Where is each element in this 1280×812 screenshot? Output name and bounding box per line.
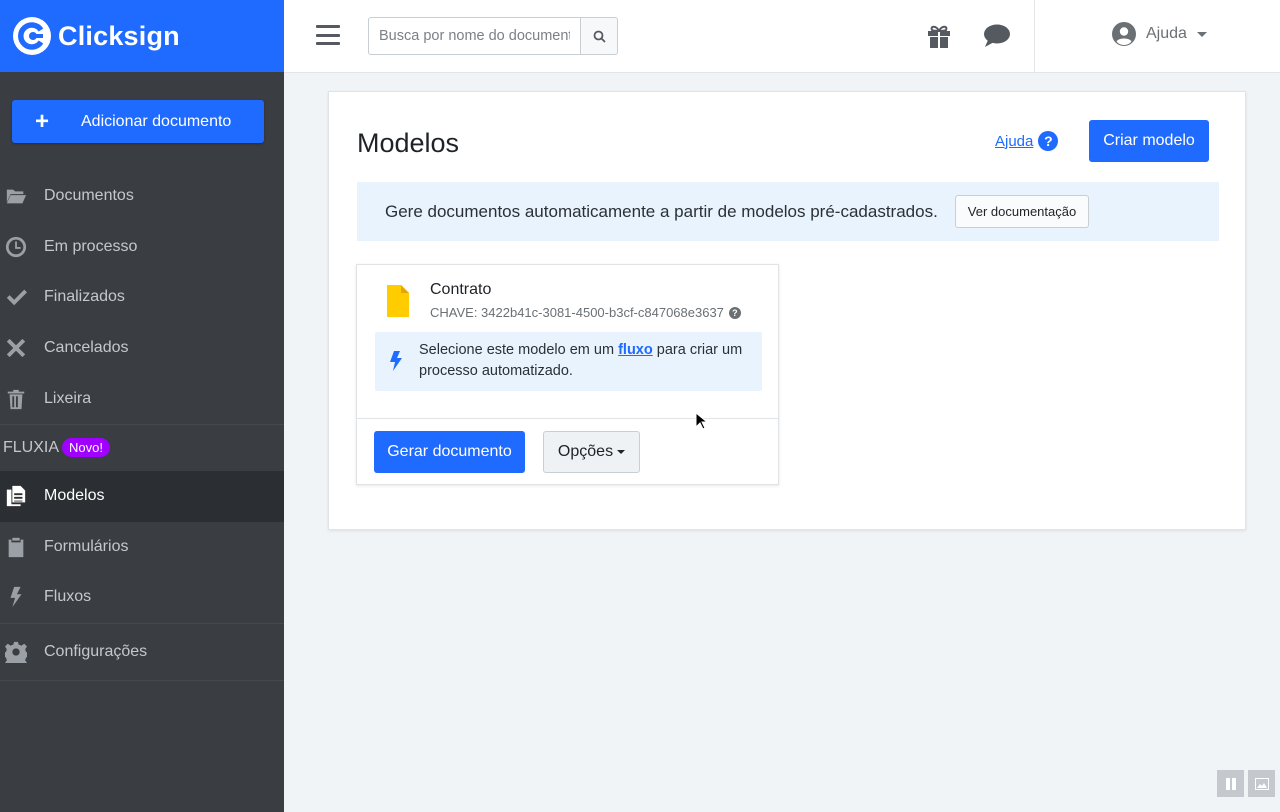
- menu-toggle-button[interactable]: [316, 25, 340, 45]
- info-banner: Gere documentos automaticamente a partir…: [357, 182, 1219, 241]
- sidebar-item-formularios[interactable]: Formulários: [0, 522, 284, 573]
- sidebar-item-label: Formulários: [44, 537, 129, 555]
- template-card-divider: [357, 418, 778, 419]
- gift-icon: [928, 25, 950, 48]
- pause-button[interactable]: [1217, 770, 1244, 797]
- picture-icon: [1254, 777, 1269, 790]
- info-banner-text: Gere documentos automaticamente a partir…: [385, 201, 938, 221]
- page-title: Modelos: [357, 128, 460, 158]
- chat-button[interactable]: [982, 22, 1012, 50]
- template-key-text: CHAVE: 3422b41c-3081-4500-b3cf-c847068e3…: [430, 305, 724, 320]
- clock-icon: [0, 236, 44, 258]
- templates-panel: Modelos Ajuda ? Criar modelo Gere docume…: [328, 91, 1246, 530]
- generate-document-button[interactable]: Gerar documento: [374, 431, 525, 473]
- create-template-button[interactable]: Criar modelo: [1089, 120, 1209, 162]
- hamburger-icon: [316, 25, 340, 28]
- caret-down-icon: [617, 450, 626, 454]
- folder-open-icon: [0, 185, 44, 207]
- sidebar-item-label: Finalizados: [44, 288, 125, 306]
- fluxia-section-header: FLUXIA Novo!: [0, 425, 284, 471]
- options-dropdown-button[interactable]: Opções: [543, 431, 640, 473]
- sidebar-item-label: Em processo: [44, 237, 138, 255]
- bolt-icon: [390, 351, 402, 371]
- topbar: Ajuda: [284, 0, 1280, 73]
- chat-icon: [984, 24, 1010, 47]
- sidebar-item-cancelados[interactable]: Cancelados: [0, 323, 284, 374]
- x-icon: [0, 337, 44, 359]
- options-label: Opções: [557, 443, 614, 460]
- clicksign-logo-icon: [13, 17, 51, 55]
- add-document-label: Adicionar documento: [81, 112, 232, 130]
- help-link[interactable]: Ajuda ?: [995, 131, 1059, 151]
- check-icon: [0, 286, 44, 308]
- sidebar-item-lixeira[interactable]: Lixeira: [0, 373, 284, 424]
- picture-in-picture-button[interactable]: [1248, 770, 1275, 797]
- template-key: CHAVE: 3422b41c-3081-4500-b3cf-c847068e3…: [430, 305, 741, 320]
- flow-link[interactable]: fluxo: [618, 342, 653, 358]
- flow-note-text-before: Selecione este modelo em um: [419, 342, 615, 358]
- logo-bar[interactable]: Clicksign: [0, 0, 284, 72]
- new-badge: Novo!: [62, 438, 110, 458]
- sidebar-item-finalizados[interactable]: Finalizados: [0, 272, 284, 323]
- search-box: [368, 17, 618, 55]
- brand-name: Clicksign: [58, 20, 180, 51]
- trash-icon: [0, 388, 44, 410]
- template-name: Contrato: [430, 281, 492, 298]
- sidebar: Clicksign + Adicionar documento Document…: [0, 0, 284, 812]
- sidebar-item-label: Fluxos: [44, 588, 92, 606]
- sidebar-item-label: Cancelados: [44, 339, 129, 357]
- add-document-button[interactable]: + Adicionar documento: [12, 100, 264, 143]
- sidebar-item-label: Modelos: [44, 487, 105, 505]
- user-menu[interactable]: Ajuda: [1112, 22, 1207, 46]
- copy-docs-icon: [0, 485, 44, 507]
- user-avatar-icon: [1112, 22, 1136, 46]
- plus-icon: +: [34, 107, 49, 135]
- mouse-cursor-icon: [695, 412, 707, 430]
- search-icon: [593, 30, 606, 43]
- clipboard-icon: [0, 536, 44, 558]
- search-input[interactable]: [368, 17, 580, 55]
- search-button[interactable]: [580, 17, 618, 55]
- file-icon: [387, 285, 409, 317]
- chevron-down-icon: [1196, 31, 1207, 37]
- bolt-icon: [0, 586, 44, 608]
- help-link-label: Ajuda: [995, 132, 1034, 150]
- sidebar-divider: [0, 679, 284, 681]
- fluxia-label: FLUXIA: [3, 438, 60, 456]
- sidebar-item-modelos[interactable]: Modelos: [0, 470, 284, 522]
- view-documentation-button[interactable]: Ver documentação: [954, 195, 1090, 228]
- sidebar-nav-documents: Documentos Em processo Finalizados Cance…: [0, 171, 284, 681]
- sidebar-item-documentos[interactable]: Documentos: [0, 171, 284, 222]
- template-card: Contrato CHAVE: 3422b41c-3081-4500-b3cf-…: [356, 264, 779, 485]
- sidebar-item-fluxos[interactable]: Fluxos: [0, 572, 284, 623]
- sidebar-item-em-processo[interactable]: Em processo: [0, 222, 284, 273]
- sidebar-item-label: Documentos: [44, 187, 134, 205]
- sidebar-item-label: Configurações: [44, 642, 148, 660]
- pause-icon: [1225, 777, 1236, 790]
- question-circle-icon[interactable]: ?: [728, 306, 741, 319]
- flow-note: Selecione este modelo em um fluxo para c…: [375, 332, 762, 391]
- question-circle-icon: ?: [1038, 131, 1059, 151]
- sidebar-item-configuracoes[interactable]: Configurações: [0, 624, 284, 680]
- topbar-divider: [1034, 0, 1035, 72]
- sidebar-item-label: Lixeira: [44, 389, 92, 407]
- gift-button[interactable]: [924, 22, 954, 50]
- user-menu-label: Ajuda: [1146, 25, 1187, 42]
- gear-icon: [0, 641, 44, 663]
